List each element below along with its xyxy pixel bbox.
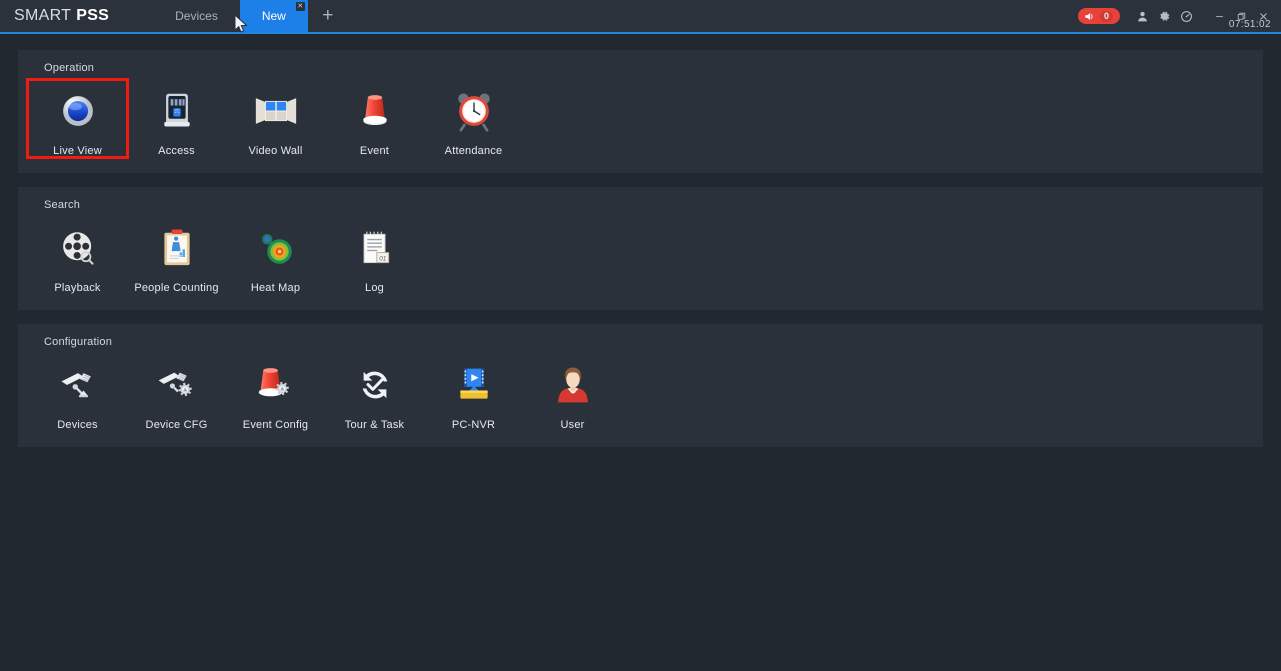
app-heat-map-label: Heat Map (250, 282, 301, 294)
device-cfg-icon (154, 362, 200, 408)
app-live-view-label: Live View (53, 145, 102, 157)
app-log-label: Log (365, 282, 384, 294)
app-tour-task-label: Tour & Task (344, 419, 405, 431)
app-event[interactable]: Event (325, 80, 424, 157)
live-view-icon (55, 88, 101, 134)
playback-icon (55, 225, 101, 271)
app-user[interactable]: User (523, 354, 622, 431)
app-people-counting-label: People Counting (134, 282, 219, 294)
access-icon (154, 88, 200, 134)
devices-icon (55, 362, 101, 408)
user-config-icon (550, 362, 596, 408)
tour-task-icon (352, 362, 398, 408)
attendance-icon (451, 88, 497, 134)
minimize-button[interactable] (1210, 7, 1229, 26)
new-tab-button[interactable]: + (308, 0, 348, 32)
title-bar: SMART PSS Devices New ✕ + 0 07:51:02 (0, 0, 1281, 32)
launcher-content: Operation Live View Access Video Wall Ev… (0, 34, 1281, 447)
event-icon (352, 88, 398, 134)
alarm-count: 0 (1099, 10, 1113, 22)
tab-new-label: New (261, 9, 286, 23)
app-video-wall[interactable]: Video Wall (226, 80, 325, 157)
log-icon: 01 (352, 225, 398, 271)
app-people-counting[interactable]: People Counting (127, 217, 226, 294)
app-access-label: Access (158, 145, 195, 157)
app-device-cfg-label: Device CFG (145, 419, 208, 431)
app-log[interactable]: 01 Log (325, 217, 424, 294)
app-event-config-label: Event Config (242, 419, 309, 431)
app-pc-nvr[interactable]: PC-NVR (424, 354, 523, 431)
tab-devices-label: Devices (175, 9, 218, 23)
svg-text:01: 01 (379, 255, 386, 262)
tab-new[interactable]: New ✕ (239, 0, 308, 32)
event-config-icon (253, 362, 299, 408)
section-search: Search Playback People Counting Heat Map… (18, 187, 1263, 310)
section-operation: Operation Live View Access Video Wall Ev… (18, 50, 1263, 173)
gear-icon[interactable] (1154, 6, 1174, 26)
app-event-config[interactable]: Event Config (226, 354, 325, 431)
app-devices[interactable]: Devices (28, 354, 127, 431)
app-playback[interactable]: Playback (28, 217, 127, 294)
app-access[interactable]: Access (127, 80, 226, 157)
app-heat-map[interactable]: Heat Map (226, 217, 325, 294)
app-pc-nvr-label: PC-NVR (451, 419, 496, 431)
app-live-view[interactable]: Live View (26, 78, 129, 159)
tab-strip: Devices New ✕ + (153, 0, 348, 32)
user-icon[interactable] (1132, 6, 1152, 26)
section-operation-grid: Live View Access Video Wall Event Attend… (18, 78, 1263, 159)
section-configuration: Configuration Devices Device CFG Event C… (18, 324, 1263, 447)
app-user-label: User (560, 419, 585, 431)
tab-devices[interactable]: Devices (153, 0, 240, 32)
app-event-label: Event (359, 145, 390, 157)
system-clock: 07:51:02 (1228, 19, 1271, 30)
brand-pss: PSS (76, 7, 110, 24)
speaker-alarm-icon (1085, 12, 1093, 20)
app-attendance[interactable]: Attendance (424, 80, 523, 157)
video-wall-icon (253, 88, 299, 134)
app-playback-label: Playback (54, 282, 101, 294)
people-counting-icon (154, 225, 200, 271)
app-logo: SMART PSS (0, 0, 125, 32)
app-tour-task[interactable]: Tour & Task (325, 354, 424, 431)
app-devices-label: Devices (57, 419, 98, 431)
app-device-cfg[interactable]: Device CFG (127, 354, 226, 431)
tab-close-icon[interactable]: ✕ (295, 2, 305, 11)
app-video-wall-label: Video Wall (248, 145, 303, 157)
app-attendance-label: Attendance (444, 145, 503, 157)
brand-smart: SMART (14, 7, 72, 24)
section-configuration-title: Configuration (44, 336, 113, 348)
heat-map-icon (253, 225, 299, 271)
alarm-status-badge[interactable]: 0 (1077, 8, 1120, 24)
pc-nvr-icon (451, 362, 497, 408)
section-configuration-grid: Devices Device CFG Event Config Tour & T… (18, 354, 1263, 431)
section-search-grid: Playback People Counting Heat Map 01 Log (18, 217, 1263, 294)
speedometer-icon[interactable] (1176, 6, 1196, 26)
section-operation-title: Operation (44, 62, 95, 74)
section-search-title: Search (44, 199, 81, 211)
